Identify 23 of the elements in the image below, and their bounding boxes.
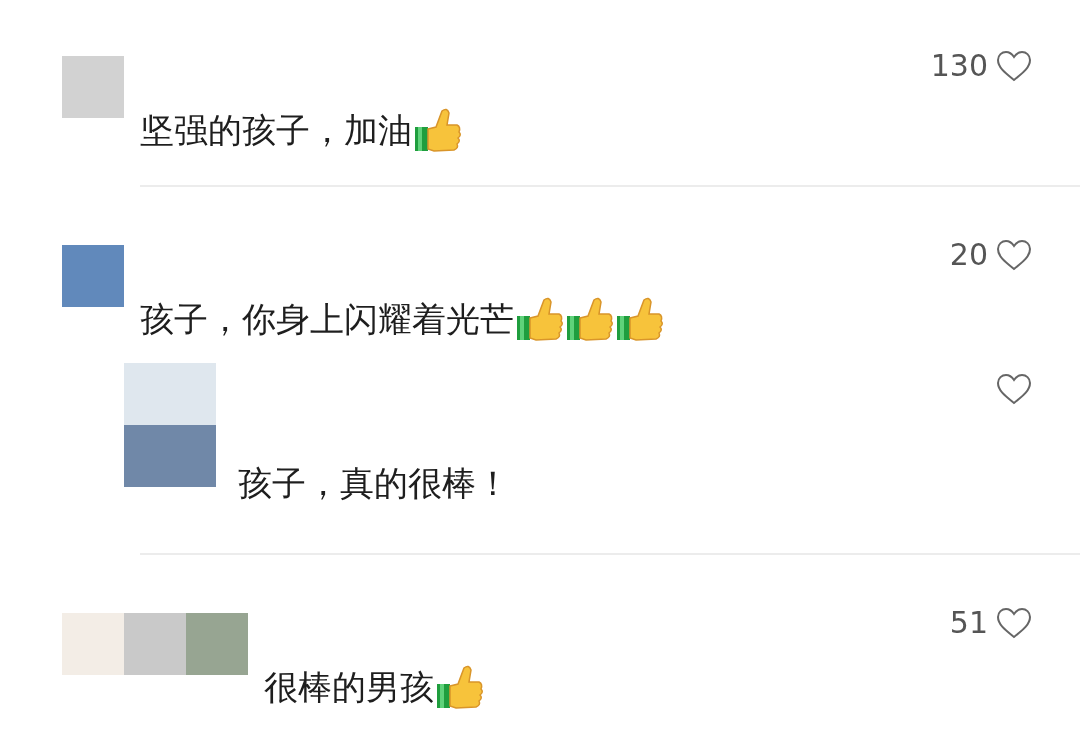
avatar[interactable] — [62, 245, 124, 307]
thumbs-up-icon — [566, 296, 614, 342]
like-count: 20 — [949, 239, 988, 271]
avatar[interactable] — [124, 613, 186, 675]
comment-text: 坚强的孩子，加油 — [140, 109, 412, 152]
like-count: 51 — [949, 607, 988, 639]
thumbs-up-icon — [616, 296, 664, 342]
like-count: 130 — [930, 50, 988, 82]
heart-icon[interactable] — [996, 239, 1032, 271]
thumbs-up-icon — [516, 296, 564, 342]
heart-icon[interactable] — [996, 373, 1032, 405]
comment-text: 孩子，真的很棒！ — [238, 462, 510, 505]
thumbs-up-icon — [436, 664, 484, 710]
avatar[interactable] — [62, 56, 124, 118]
comment-text: 很棒的男孩 — [264, 666, 434, 709]
avatar[interactable] — [124, 363, 216, 425]
thumbs-up-icon — [414, 107, 462, 153]
avatar[interactable] — [124, 425, 216, 487]
avatar[interactable] — [186, 613, 248, 675]
avatar[interactable] — [62, 613, 124, 675]
comment-text: 孩子，你身上闪耀着光芒 — [140, 298, 514, 341]
heart-icon[interactable] — [996, 607, 1032, 639]
heart-icon[interactable] — [996, 50, 1032, 82]
